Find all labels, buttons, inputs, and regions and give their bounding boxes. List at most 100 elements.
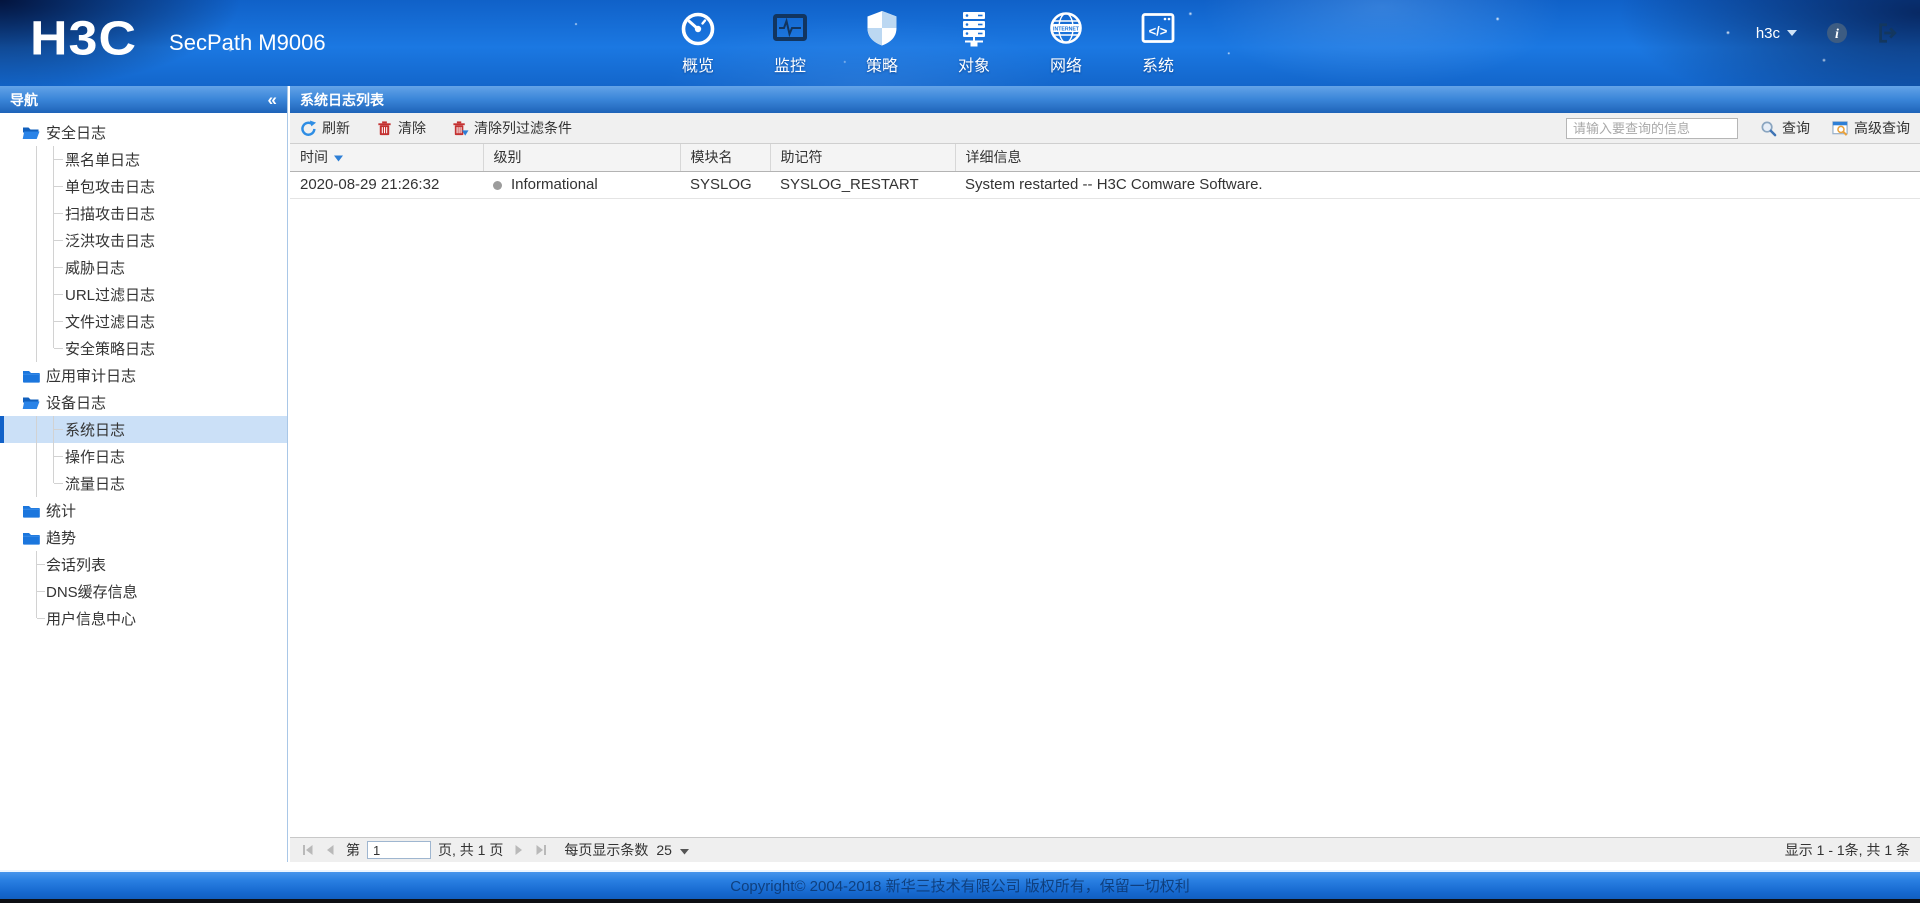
column-header-time[interactable]: 时间 xyxy=(290,144,484,172)
column-header-detail[interactable]: 详细信息 xyxy=(955,144,1920,172)
sidebar-item-system-log[interactable]: 系统日志 xyxy=(0,416,287,443)
shield-icon xyxy=(862,8,902,48)
column-label: 级别 xyxy=(493,149,522,166)
sidebar-item-session-list[interactable]: 会话列表 xyxy=(0,551,287,578)
svg-text:</>: </> xyxy=(1149,24,1168,39)
sidebar-item-statistics[interactable]: 统计 xyxy=(0,497,287,524)
advanced-search-icon xyxy=(1832,120,1849,137)
nav-item-policy[interactable]: 策略 xyxy=(852,8,912,76)
query-button[interactable]: 查询 xyxy=(1760,118,1810,138)
search-input[interactable] xyxy=(1566,117,1738,139)
sidebar-item-label: 系统日志 xyxy=(65,422,126,439)
sidebar-item-trend[interactable]: 趋势 xyxy=(0,524,287,551)
h3c-logo: H3C xyxy=(30,12,138,66)
folder-open-icon xyxy=(22,396,40,410)
sidebar-item-blacklist-log[interactable]: 黑名单日志 xyxy=(0,146,287,173)
logout-icon xyxy=(1879,23,1897,43)
nav-item-objects[interactable]: 对象 xyxy=(944,8,1004,76)
product-name: SecPath M9006 xyxy=(169,30,326,55)
main-area: 导航 « 安全日志黑名单日志单包攻击日志扫描攻击日志 泛洪攻击日志威胁日志 URL过… xyxy=(0,86,1920,870)
prev-page-icon xyxy=(327,845,334,855)
nav-item-label: 对象 xyxy=(957,58,990,75)
level-dot-icon xyxy=(493,180,502,190)
nav-item-overview[interactable]: 概览 xyxy=(668,8,728,76)
per-page-value: 25 xyxy=(656,842,672,858)
pagination-bar: 第 页, 共 1 页 每页显示条数 25 显示 1 - 1条, 共 1 条 xyxy=(290,837,1920,862)
column-header-mnemonic[interactable]: 助记符 xyxy=(770,144,956,172)
column-header-level[interactable]: 级别 xyxy=(483,144,681,172)
info-button[interactable]: i xyxy=(1826,22,1848,44)
user-menu[interactable]: h3c xyxy=(1756,24,1798,42)
per-page-label: 每页显示条数 xyxy=(564,842,649,858)
page-number-input[interactable] xyxy=(367,841,431,859)
nav-item-label: 概览 xyxy=(681,58,714,75)
nav-item-label: 策略 xyxy=(865,58,898,75)
copyright-text: Copyright© 2004-2018 新华三技术有限公司 版权所有，保留一切… xyxy=(730,878,1190,895)
sidebar-item-label: 操作日志 xyxy=(65,449,126,466)
nav-item-monitor[interactable]: 监控 xyxy=(760,8,820,76)
nav-item-network[interactable]: INTERNET 网络 xyxy=(1036,8,1096,76)
logout-button[interactable] xyxy=(1876,22,1898,44)
sidebar-item-label: 趋势 xyxy=(46,530,77,547)
footer: Copyright© 2004-2018 新华三技术有限公司 版权所有，保留一切… xyxy=(0,870,1920,899)
advanced-query-button[interactable]: 高级查询 xyxy=(1832,118,1910,138)
sidebar-item-single-packet-attack-log[interactable]: 单包攻击日志 xyxy=(0,173,287,200)
sidebar-item-label: 设备日志 xyxy=(46,395,107,412)
sidebar-item-file-filter-log[interactable]: 文件过滤日志 xyxy=(0,308,287,335)
sidebar-item-traffic-log[interactable]: 流量日志 xyxy=(0,470,287,497)
refresh-icon xyxy=(300,119,317,137)
sidebar-item-security-policy-log[interactable]: 安全策略日志 xyxy=(0,335,287,362)
sidebar-item-operation-log[interactable]: 操作日志 xyxy=(0,443,287,470)
monitor-icon xyxy=(770,8,810,48)
sidebar-item-label: 统计 xyxy=(46,503,77,520)
first-page-button[interactable] xyxy=(300,842,316,858)
sidebar-item-threat-log[interactable]: 威胁日志 xyxy=(0,254,287,281)
sidebar-item-url-filter-log[interactable]: URL过滤日志 xyxy=(0,281,287,308)
svg-text:INTERNET: INTERNET xyxy=(1053,26,1080,32)
sidebar: 导航 « 安全日志黑名单日志单包攻击日志扫描攻击日志 泛洪攻击日志威胁日志 URL过… xyxy=(0,86,288,862)
sidebar-item-user-info-center[interactable]: 用户信息中心 xyxy=(0,605,287,632)
banner-nav: 概览 监控 策略 对象 INTERNET 网络 </> 系统 xyxy=(668,8,1188,76)
folder-open-icon xyxy=(22,126,40,140)
column-label: 时间 xyxy=(300,149,328,166)
globe-icon: INTERNET xyxy=(1046,8,1086,48)
per-page-select[interactable]: 每页显示条数 25 xyxy=(564,840,689,860)
sidebar-title: 导航 xyxy=(10,91,38,108)
clear-button[interactable]: 清除 xyxy=(376,118,426,138)
clear-filter-button[interactable]: 清除列过滤条件 xyxy=(452,118,572,138)
sidebar-item-dns-cache-info[interactable]: DNS缓存信息 xyxy=(0,578,287,605)
sidebar-item-label: 单包攻击日志 xyxy=(65,179,156,196)
chevron-down-icon xyxy=(1786,24,1798,42)
record-summary: 显示 1 - 1条, 共 1 条 xyxy=(1784,842,1910,858)
collapse-sidebar-button[interactable]: « xyxy=(268,91,277,108)
last-page-button[interactable] xyxy=(533,842,549,858)
sidebar-item-scan-attack-log[interactable]: 扫描攻击日志 xyxy=(0,200,287,227)
column-label: 详细信息 xyxy=(965,149,1022,166)
sidebar-item-device-log[interactable]: 设备日志 xyxy=(0,389,287,416)
sidebar-item-security-log[interactable]: 安全日志 xyxy=(0,119,287,146)
sidebar-item-label: 流量日志 xyxy=(65,476,126,493)
search-icon xyxy=(1760,120,1777,137)
sidebar-item-flood-attack-log[interactable]: 泛洪攻击日志 xyxy=(0,227,287,254)
sidebar-item-label: 威胁日志 xyxy=(65,260,126,277)
trash-filter-icon xyxy=(452,120,469,137)
toolbar: 刷新 清除 清除列过滤条件 查询 xyxy=(290,113,1920,144)
next-page-button[interactable] xyxy=(510,842,526,858)
prev-page-button[interactable] xyxy=(323,842,339,858)
nav-item-system[interactable]: </> 系统 xyxy=(1128,8,1188,76)
cell-module: SYSLOG xyxy=(680,171,770,199)
username: h3c xyxy=(1755,24,1780,42)
log-table: 时间 级别 模块名 助记符 详细信息 2020-08-29 21:26:32 Inform… xyxy=(290,144,1920,199)
table-row[interactable]: 2020-08-29 21:26:32 Informational SYSLOG SY… xyxy=(290,171,1920,199)
sidebar-item-app-audit-log[interactable]: 应用审计日志 xyxy=(0,362,287,389)
column-header-module[interactable]: 模块名 xyxy=(680,144,771,172)
sidebar-item-label: 应用审计日志 xyxy=(46,368,137,385)
sidebar-item-label: 黑名单日志 xyxy=(65,152,141,169)
gauge-icon xyxy=(678,8,718,48)
last-page-icon xyxy=(536,845,547,855)
cell-level: Informational xyxy=(483,171,680,199)
banner-right: h3c i xyxy=(1756,22,1898,44)
toolbar-search-area: 查询 高级查询 xyxy=(1566,117,1910,139)
refresh-button[interactable]: 刷新 xyxy=(300,118,350,138)
objects-icon xyxy=(954,8,994,48)
